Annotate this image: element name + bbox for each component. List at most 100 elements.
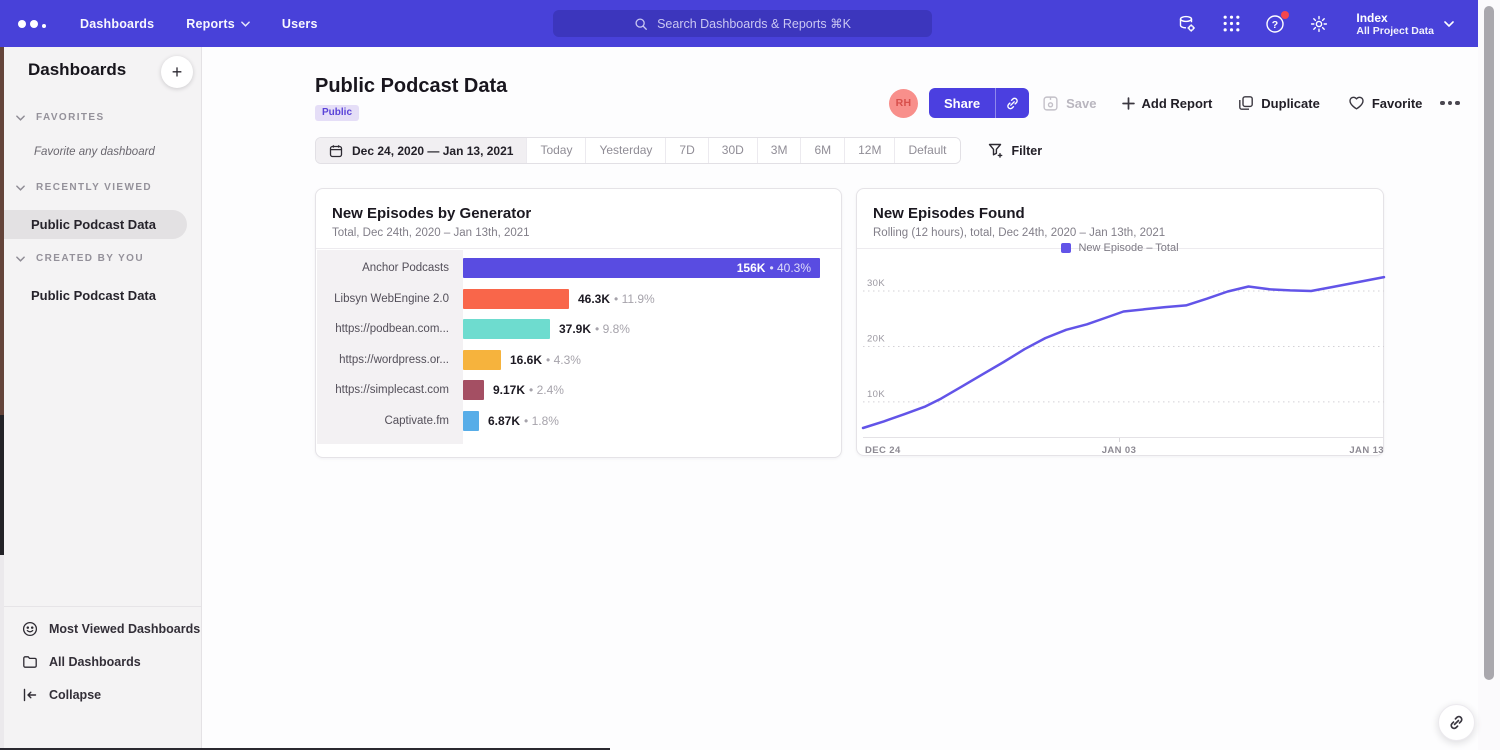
heart-icon (1348, 95, 1365, 111)
duplicate-button[interactable]: Duplicate (1238, 95, 1320, 111)
page-scrollbar[interactable] (1478, 0, 1500, 750)
bar-pct: • 4.3% (546, 353, 581, 367)
nav-users[interactable]: Users (282, 17, 318, 31)
logo-dot (30, 20, 38, 28)
bar[interactable]: 16.6K• 4.3% (463, 350, 501, 370)
date-preset-button[interactable]: Yesterday (585, 138, 665, 163)
notification-badge (1281, 11, 1289, 19)
date-preset-button[interactable]: 7D (665, 138, 707, 163)
x-tick-label: DEC 24 (865, 445, 901, 456)
card-new-episodes-by-generator: New Episodes by Generator Total, Dec 24t… (315, 188, 842, 458)
new-dashboard-button[interactable]: + (161, 56, 193, 88)
date-preset-button[interactable]: 6M (800, 138, 844, 163)
date-range-control: Dec 24, 2020 — Jan 13, 2021 TodayYesterd… (315, 137, 961, 164)
bar-category-label: https://wordpress.or... (317, 354, 463, 366)
save-button[interactable]: Save (1042, 95, 1096, 112)
card-header: New Episodes Found Rolling (12 hours), t… (857, 189, 1383, 249)
bar-pct: • 11.9% (614, 292, 655, 306)
most-viewed-dashboards-button[interactable]: Most Viewed Dashboards (4, 612, 201, 645)
bar-value: 156K (737, 261, 766, 275)
bar-value-outside: 9.17K• 2.4% (493, 383, 564, 397)
bar-track: 46.3K• 11.9% 46.3K• 11.9% (463, 284, 840, 315)
bar-chart-row[interactable]: https://wordpress.or... 16.6K• 4.3% 16.6… (317, 345, 840, 376)
bar-chart-row[interactable]: Libsyn WebEngine 2.0 46.3K• 11.9% 46.3K•… (317, 284, 840, 315)
share-link-icon[interactable] (995, 88, 1029, 118)
date-range-button[interactable]: Dec 24, 2020 — Jan 13, 2021 (316, 138, 526, 163)
recently-viewed-section-header[interactable]: RECENTLY VIEWED (16, 182, 152, 193)
bar-value-inside: 156K• 40.3% (737, 261, 820, 275)
date-preset-button[interactable]: Default (894, 138, 959, 163)
bar-value-outside: 6.87K• 1.8% (488, 414, 559, 428)
add-report-button[interactable]: Add Report (1122, 96, 1213, 111)
bar-value: 16.6K (510, 353, 542, 367)
apps-grid-icon[interactable] (1220, 13, 1242, 35)
legend-label: New Episode – Total (1078, 242, 1178, 254)
bar[interactable]: 6.87K• 1.8% (463, 411, 479, 431)
more-options-button[interactable] (1438, 97, 1462, 110)
data-sources-icon[interactable] (1176, 13, 1198, 35)
copy-link-fab[interactable] (1438, 704, 1475, 741)
legend-swatch (1061, 243, 1071, 253)
date-range-label: Dec 24, 2020 — Jan 13, 2021 (352, 144, 513, 158)
nav-dashboards[interactable]: Dashboards (80, 17, 154, 31)
line-chart-plot: 10K20K30K (863, 271, 1384, 438)
filter-label: Filter (1012, 144, 1043, 158)
sidebar-item-public-podcast-data[interactable]: Public Podcast Data (4, 210, 187, 239)
avatar[interactable]: RH (889, 89, 918, 118)
favorites-section-header[interactable]: FAVORITES (16, 112, 105, 123)
filter-button[interactable]: Filter (988, 143, 1043, 158)
duplicate-label: Duplicate (1261, 96, 1320, 111)
save-label: Save (1066, 96, 1096, 111)
favorite-button[interactable]: Favorite (1348, 95, 1423, 111)
bar-chart-row[interactable]: https://simplecast.com 9.17K• 2.4% 9.17K… (317, 375, 840, 406)
date-controls: Dec 24, 2020 — Jan 13, 2021 TodayYesterd… (315, 137, 1042, 164)
visibility-badge: Public (315, 105, 359, 121)
section-label: FAVORITES (36, 112, 105, 123)
bar[interactable]: 37.9K• 9.8% (463, 319, 550, 339)
nav-reports[interactable]: Reports (186, 17, 250, 31)
help-icon[interactable]: ? (1264, 13, 1286, 35)
bar[interactable]: 46.3K• 11.9% (463, 289, 569, 309)
logo-dot (42, 24, 46, 28)
bar-chart-row[interactable]: https://podbean.com... 37.9K• 9.8% 37.9K… (317, 314, 840, 345)
share-button[interactable]: Share (929, 88, 1029, 118)
bar-value: 37.9K (559, 322, 591, 336)
section-label: CREATED BY YOU (36, 253, 144, 264)
share-label[interactable]: Share (929, 88, 995, 118)
nav-label: Users (282, 17, 318, 31)
scrollbar-thumb[interactable] (1484, 6, 1494, 680)
search-placeholder: Search Dashboards & Reports ⌘K (657, 16, 851, 31)
date-preset-button[interactable]: 3M (757, 138, 801, 163)
bar-track: 156K• 40.3% 156K• 40.3% (463, 253, 840, 284)
workspace-selector[interactable]: Index All Project Data (1356, 11, 1454, 37)
all-dashboards-button[interactable]: All Dashboards (4, 645, 201, 678)
top-navigation-bar: Dashboards Reports Users Search Dashboar… (0, 0, 1478, 47)
search-input[interactable]: Search Dashboards & Reports ⌘K (553, 10, 932, 37)
created-by-you-section-header[interactable]: CREATED BY YOU (16, 253, 144, 264)
date-preset-button[interactable]: 30D (708, 138, 757, 163)
bar-value: 46.3K (578, 292, 610, 306)
bar-chart-row[interactable]: Captivate.fm 6.87K• 1.8% 6.87K• 1.8% (317, 406, 840, 437)
date-preset-button[interactable]: 12M (844, 138, 894, 163)
bar-chart-row[interactable]: Anchor Podcasts 156K• 40.3% 156K• 40.3% (317, 253, 840, 284)
bar-pct: • 2.4% (529, 383, 564, 397)
settings-gear-icon[interactable] (1308, 13, 1330, 35)
bar[interactable]: 156K• 40.3% (463, 258, 820, 278)
collapse-icon (22, 687, 38, 703)
date-preset-button[interactable]: Today (526, 138, 585, 163)
smiley-icon (22, 621, 38, 637)
svg-text:20K: 20K (867, 334, 885, 345)
collapse-sidebar-button[interactable]: Collapse (4, 678, 201, 711)
x-tick-label: JAN 03 (1102, 445, 1137, 456)
bar[interactable]: 9.17K• 2.4% (463, 380, 484, 400)
dashboard-actions: RH Share Save Add Report Duplicate Favor… (889, 88, 1462, 118)
save-icon (1042, 95, 1059, 112)
bar-value-outside: 37.9K• 9.8% (559, 322, 630, 336)
chevron-down-icon (16, 185, 25, 191)
line-chart-svg[interactable]: 10K20K30K (863, 271, 1384, 438)
duplicate-icon (1238, 95, 1254, 111)
sidebar-item-public-podcast-data-created[interactable]: Public Podcast Data (4, 281, 187, 310)
bar-category-label: Libsyn WebEngine 2.0 (317, 293, 463, 305)
app-logo[interactable] (18, 20, 46, 28)
workspace-scope: All Project Data (1356, 25, 1434, 37)
